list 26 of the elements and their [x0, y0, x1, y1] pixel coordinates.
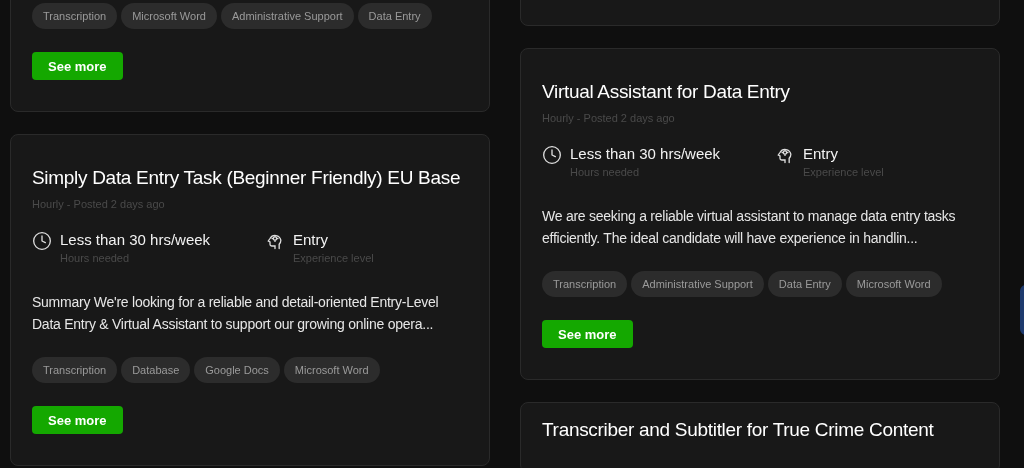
skill-tag[interactable]: Microsoft Word	[845, 271, 942, 297]
level-value: Entry	[803, 145, 839, 163]
clock-icon	[32, 231, 52, 251]
see-more-button[interactable]: See more	[32, 52, 123, 80]
hours-value: Less than 30 hrs/week	[570, 145, 721, 163]
job-title[interactable]: Simply Data Entry Task (Beginner Friendly) EU Base	[32, 167, 468, 189]
skill-tag[interactable]: Google Docs	[194, 357, 280, 383]
skill-tag[interactable]: Transcription	[32, 357, 118, 383]
job-title[interactable]: Virtual Assistant for Data Entry	[542, 81, 978, 103]
skill-tag[interactable]: Data Entry	[357, 3, 432, 29]
skill-tag[interactable]: Administrative Support	[220, 3, 354, 29]
skill-tag[interactable]: Administrative Support	[631, 271, 764, 297]
skill-tag[interactable]: Database	[121, 357, 191, 383]
skill-tag[interactable]: Microsoft Word	[283, 357, 380, 383]
job-description: Summary We're looking for a reliable and detail-oriented Entry-Level Data Entry & Virtual Assistant to support our growing online opera...	[32, 293, 440, 334]
see-more-button[interactable]: See more	[32, 406, 123, 434]
skill-tag[interactable]: Data Entry	[767, 271, 842, 297]
job-title[interactable]: Transcriber and Subtitler for True Crime Content	[542, 419, 978, 441]
see-more-button[interactable]: See more	[542, 320, 633, 348]
clock-icon	[542, 145, 562, 165]
hours-value: Less than 30 hrs/week	[60, 231, 211, 249]
skill-tag[interactable]: Transcription	[542, 271, 628, 297]
job-description: We are seeking a reliable virtual assistant to manage data entry tasks efficiently. The ideal candidate will have experience in handlin...	[542, 207, 957, 248]
skill-tag[interactable]: Transcription	[32, 3, 118, 29]
level-value: Entry	[293, 231, 329, 249]
skill-tag[interactable]: Microsoft Word	[121, 3, 217, 29]
